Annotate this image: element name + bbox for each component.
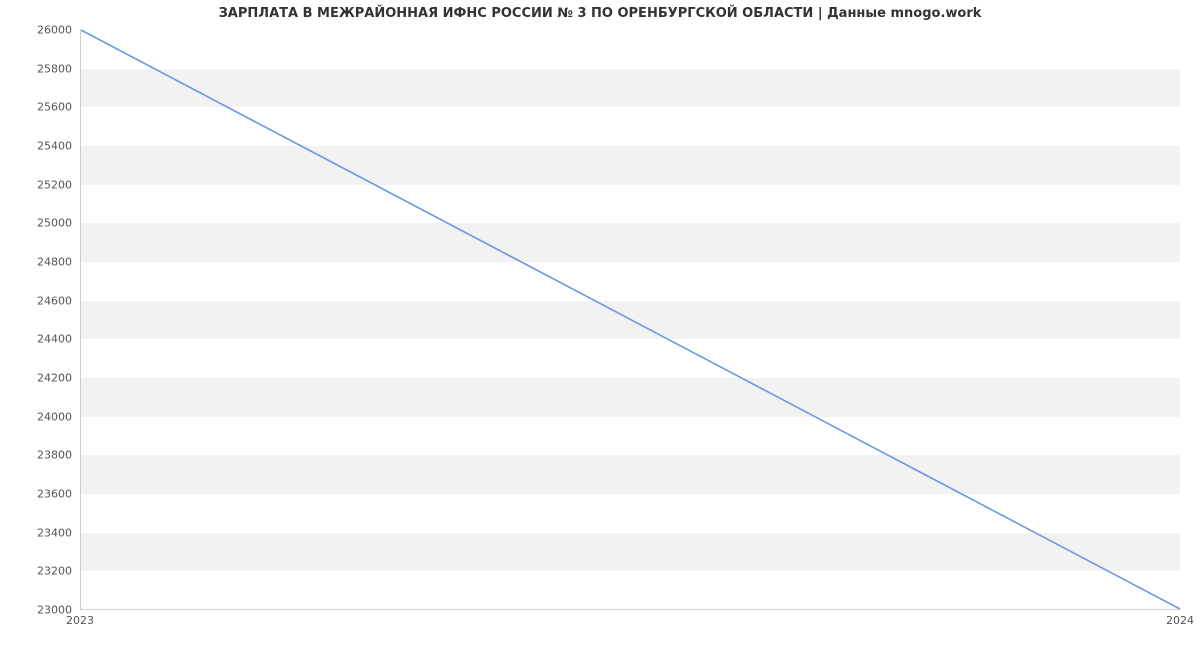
y-tick-label: 24600	[12, 294, 72, 307]
y-tick-label: 24000	[12, 410, 72, 423]
y-tick-label: 25800	[12, 62, 72, 75]
y-tick-label: 24400	[12, 333, 72, 346]
y-tick-label: 26000	[12, 24, 72, 37]
x-tick-label: 2024	[1166, 614, 1194, 627]
y-tick-label: 25600	[12, 101, 72, 114]
y-tick-label: 24800	[12, 256, 72, 269]
y-tick-label: 23000	[12, 604, 72, 617]
x-tick-label: 2023	[66, 614, 94, 627]
y-tick-label: 23200	[12, 565, 72, 578]
series-line	[81, 30, 1180, 609]
y-tick-label: 24200	[12, 372, 72, 385]
chart-frame: ЗАРПЛАТА В МЕЖРАЙОННАЯ ИФНС РОССИИ № 3 П…	[0, 0, 1200, 650]
line-series	[81, 30, 1180, 609]
y-tick-label: 25400	[12, 140, 72, 153]
y-tick-label: 25200	[12, 178, 72, 191]
chart-title: ЗАРПЛАТА В МЕЖРАЙОННАЯ ИФНС РОССИИ № 3 П…	[0, 6, 1200, 21]
y-tick-label: 23600	[12, 488, 72, 501]
y-tick-label: 25000	[12, 217, 72, 230]
plot-area	[80, 30, 1180, 610]
y-tick-label: 23800	[12, 449, 72, 462]
y-tick-label: 23400	[12, 526, 72, 539]
